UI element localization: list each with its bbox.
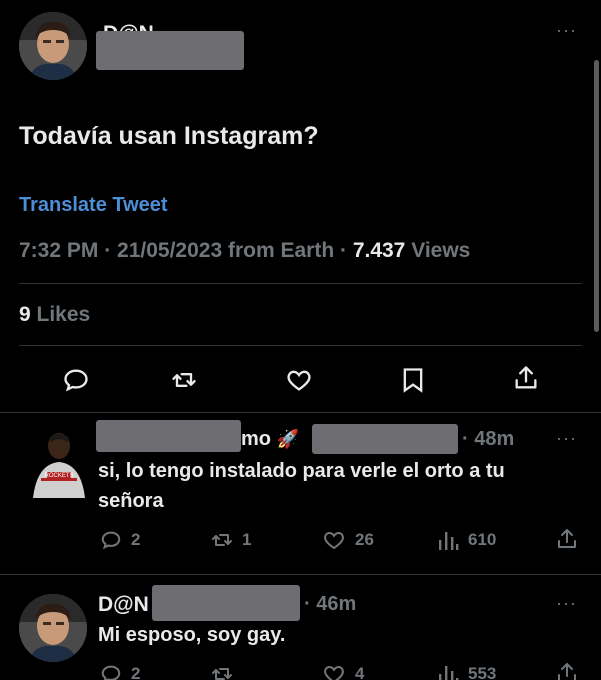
redacted-username — [96, 420, 241, 452]
like-count: 4 — [355, 664, 365, 680]
divider — [19, 283, 582, 284]
translate-tweet-link[interactable]: Translate Tweet — [19, 194, 168, 217]
reply-text-line1: si, lo tengo instalado para verle el ort… — [98, 460, 505, 482]
reply-text-line2: señora — [98, 490, 164, 512]
likes-count: 9 — [19, 303, 31, 326]
reply-time: · 48m — [462, 428, 515, 450]
reply-time: · 46m — [304, 593, 357, 615]
views-icon[interactable] — [437, 528, 459, 552]
retweet-icon[interactable] — [210, 662, 234, 680]
retweet-icon[interactable] — [170, 366, 198, 394]
like-count: 26 — [355, 530, 374, 549]
reply-author-row: mo 🚀 — [241, 428, 299, 451]
views-count: 7.437 — [352, 239, 406, 262]
reply-text: Mi esposo, soy gay. — [98, 624, 286, 646]
reply-count: 2 — [131, 530, 141, 549]
more-options-icon[interactable]: ··· — [556, 20, 577, 41]
like-icon[interactable] — [322, 662, 346, 680]
more-options-icon[interactable]: ··· — [556, 428, 577, 449]
display-name-partial[interactable]: mo — [241, 428, 271, 450]
views-icon[interactable] — [437, 662, 459, 680]
retweet-count: 1 — [242, 530, 252, 549]
share-icon[interactable] — [555, 527, 579, 551]
views-label: Views — [405, 239, 471, 262]
scrollbar[interactable] — [594, 60, 599, 332]
share-icon[interactable] — [512, 364, 540, 392]
reply-count: 2 — [131, 664, 141, 680]
likes-label: Likes — [30, 303, 91, 326]
display-name[interactable]: D@N — [98, 593, 149, 617]
divider — [0, 412, 601, 413]
avatar[interactable] — [19, 594, 87, 662]
redacted-handle — [312, 424, 458, 454]
more-options-icon[interactable]: ··· — [556, 593, 577, 614]
views-count: 610 — [468, 530, 497, 549]
like-icon[interactable] — [285, 366, 313, 394]
reply-icon[interactable] — [62, 366, 90, 394]
rocket-emoji-icon: 🚀 — [276, 429, 299, 449]
reply-icon[interactable] — [100, 663, 122, 680]
redacted-handle — [152, 585, 300, 621]
reply-icon[interactable] — [100, 529, 122, 551]
share-icon[interactable] — [555, 661, 579, 680]
divider — [19, 345, 582, 346]
tweet-text: Todavía usan Instagram? — [19, 122, 319, 150]
avatar[interactable] — [19, 12, 87, 80]
timestamp: 7:32 PM · 21/05/2023 from Earth · — [19, 239, 353, 262]
redacted-username — [96, 31, 244, 70]
tweet-meta: 7:32 PM · 21/05/2023 from Earth · 7.437 … — [19, 239, 470, 263]
avatar[interactable]: ROCKETS — [27, 428, 89, 498]
views-count: 553 — [468, 664, 497, 680]
likes-summary[interactable]: 9 Likes — [19, 303, 90, 327]
retweet-icon[interactable] — [210, 528, 234, 552]
like-icon[interactable] — [322, 528, 346, 552]
divider — [0, 574, 601, 575]
bookmark-icon[interactable] — [400, 366, 426, 394]
